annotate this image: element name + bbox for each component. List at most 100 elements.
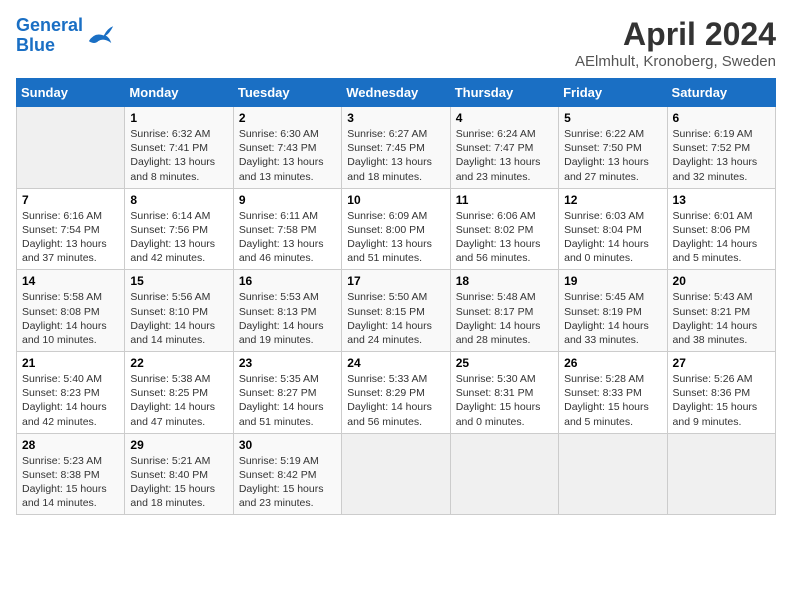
calendar-cell: 30Sunrise: 5:19 AMSunset: 8:42 PMDayligh…: [233, 433, 341, 515]
day-info: Sunrise: 5:48 AMSunset: 8:17 PMDaylight:…: [456, 290, 553, 347]
calendar-week-row: 28 Sunrise: 5:23 AMSunset: 8:38 PMDayligh…: [17, 433, 776, 515]
day-number: 22: [130, 356, 227, 370]
day-number: 1: [130, 111, 227, 125]
calendar-cell: 27 Sunrise: 5:26 AMSunset: 8:36 PMDayligh…: [667, 352, 775, 434]
day-info: Sunrise: 5:28 AMSunset: 8:33 PMDaylight:…: [564, 372, 661, 429]
day-number: 24: [347, 356, 444, 370]
calendar-cell: 21 Sunrise: 5:40 AMSunset: 8:23 PMDayligh…: [17, 352, 125, 434]
logo-text: General Blue: [16, 16, 83, 56]
day-info: Sunrise: 5:56 AMSunset: 8:10 PMDaylight:…: [130, 290, 227, 347]
calendar-title: April 2024: [575, 16, 776, 53]
day-info: Sunrise: 5:35 AMSunset: 8:27 PMDaylight:…: [239, 372, 336, 429]
day-info: Sunrise: 5:26 AMSunset: 8:36 PMDaylight:…: [673, 372, 770, 429]
day-info: Sunrise: 5:45 AMSunset: 8:19 PMDaylight:…: [564, 290, 661, 347]
day-info: Sunrise: 5:23 AMSunset: 8:38 PMDaylight:…: [22, 454, 119, 511]
day-info: Sunrise: 5:38 AMSunset: 8:25 PMDaylight:…: [130, 372, 227, 429]
day-info: Sunrise: 6:16 AMSunset: 7:54 PMDaylight:…: [22, 209, 119, 266]
calendar-cell: 9 Sunrise: 6:11 AMSunset: 7:58 PMDaylight…: [233, 188, 341, 270]
day-number: 7: [22, 193, 119, 207]
calendar-subtitle: AElmhult, Kronoberg, Sweden: [575, 53, 776, 70]
day-info: Sunrise: 5:40 AMSunset: 8:23 PMDaylight:…: [22, 372, 119, 429]
calendar-cell: 2 Sunrise: 6:30 AMSunset: 7:43 PMDaylight…: [233, 107, 341, 189]
calendar-header: SundayMondayTuesdayWednesdayThursdayFrid…: [17, 79, 776, 107]
weekday-header-monday: Monday: [125, 79, 233, 107]
day-number: 16: [239, 274, 336, 288]
calendar-week-row: 14 Sunrise: 5:58 AMSunset: 8:08 PMDayligh…: [17, 270, 776, 352]
day-number: 12: [564, 193, 661, 207]
day-info: Sunrise: 6:11 AMSunset: 7:58 PMDaylight:…: [239, 209, 336, 266]
day-number: 17: [347, 274, 444, 288]
day-number: 20: [673, 274, 770, 288]
day-number: 30: [239, 438, 336, 452]
day-number: 21: [22, 356, 119, 370]
day-number: 8: [130, 193, 227, 207]
day-number: 29: [130, 438, 227, 452]
day-info: Sunrise: 5:58 AMSunset: 8:08 PMDaylight:…: [22, 290, 119, 347]
day-info: Sunrise: 6:19 AMSunset: 7:52 PMDaylight:…: [673, 127, 770, 184]
calendar-cell: 29Sunrise: 5:21 AMSunset: 8:40 PMDayligh…: [125, 433, 233, 515]
logo-line1: General: [16, 15, 83, 35]
calendar-cell: 18Sunrise: 5:48 AMSunset: 8:17 PMDayligh…: [450, 270, 558, 352]
calendar-cell: [559, 433, 667, 515]
calendar-cell: 25Sunrise: 5:30 AMSunset: 8:31 PMDayligh…: [450, 352, 558, 434]
calendar-week-row: 21 Sunrise: 5:40 AMSunset: 8:23 PMDayligh…: [17, 352, 776, 434]
calendar-cell: 28 Sunrise: 5:23 AMSunset: 8:38 PMDayligh…: [17, 433, 125, 515]
calendar-body: 1 Sunrise: 6:32 AMSunset: 7:41 PMDaylight…: [17, 107, 776, 515]
calendar-cell: 24 Sunrise: 5:33 AMSunset: 8:29 PMDayligh…: [342, 352, 450, 434]
day-info: Sunrise: 5:50 AMSunset: 8:15 PMDaylight:…: [347, 290, 444, 347]
day-info: Sunrise: 5:33 AMSunset: 8:29 PMDaylight:…: [347, 372, 444, 429]
day-info: Sunrise: 6:03 AMSunset: 8:04 PMDaylight:…: [564, 209, 661, 266]
weekday-header-thursday: Thursday: [450, 79, 558, 107]
day-number: 14: [22, 274, 119, 288]
day-number: 23: [239, 356, 336, 370]
day-number: 15: [130, 274, 227, 288]
calendar-table: SundayMondayTuesdayWednesdayThursdayFrid…: [16, 78, 776, 515]
calendar-cell: [450, 433, 558, 515]
day-info: Sunrise: 6:32 AMSunset: 7:41 PMDaylight:…: [130, 127, 227, 184]
logo: General Blue: [16, 16, 115, 56]
day-info: Sunrise: 6:24 AMSunset: 7:47 PMDaylight:…: [456, 127, 553, 184]
calendar-cell: [342, 433, 450, 515]
day-number: 4: [456, 111, 553, 125]
day-number: 19: [564, 274, 661, 288]
logo-line2: Blue: [16, 35, 55, 55]
weekday-header-saturday: Saturday: [667, 79, 775, 107]
day-number: 13: [673, 193, 770, 207]
calendar-cell: 19 Sunrise: 5:45 AMSunset: 8:19 PMDayligh…: [559, 270, 667, 352]
day-info: Sunrise: 5:43 AMSunset: 8:21 PMDaylight:…: [673, 290, 770, 347]
calendar-cell: [17, 107, 125, 189]
day-number: 10: [347, 193, 444, 207]
day-number: 28: [22, 438, 119, 452]
calendar-cell: [667, 433, 775, 515]
day-number: 2: [239, 111, 336, 125]
day-info: Sunrise: 6:30 AMSunset: 7:43 PMDaylight:…: [239, 127, 336, 184]
weekday-header-tuesday: Tuesday: [233, 79, 341, 107]
day-number: 5: [564, 111, 661, 125]
weekday-header-wednesday: Wednesday: [342, 79, 450, 107]
calendar-cell: 11 Sunrise: 6:06 AMSunset: 8:02 PMDayligh…: [450, 188, 558, 270]
calendar-cell: 8 Sunrise: 6:14 AMSunset: 7:56 PMDaylight…: [125, 188, 233, 270]
logo-bird-icon: [87, 24, 115, 48]
calendar-cell: 26Sunrise: 5:28 AMSunset: 8:33 PMDayligh…: [559, 352, 667, 434]
day-info: Sunrise: 6:06 AMSunset: 8:02 PMDaylight:…: [456, 209, 553, 266]
calendar-week-row: 7 Sunrise: 6:16 AMSunset: 7:54 PMDaylight…: [17, 188, 776, 270]
weekday-row: SundayMondayTuesdayWednesdayThursdayFrid…: [17, 79, 776, 107]
day-number: 11: [456, 193, 553, 207]
day-number: 27: [673, 356, 770, 370]
day-info: Sunrise: 6:01 AMSunset: 8:06 PMDaylight:…: [673, 209, 770, 266]
calendar-cell: 17 Sunrise: 5:50 AMSunset: 8:15 PMDayligh…: [342, 270, 450, 352]
day-number: 9: [239, 193, 336, 207]
page-header: General Blue April 2024 AElmhult, Kronob…: [16, 16, 776, 70]
calendar-cell: 1 Sunrise: 6:32 AMSunset: 7:41 PMDaylight…: [125, 107, 233, 189]
day-number: 6: [673, 111, 770, 125]
weekday-header-sunday: Sunday: [17, 79, 125, 107]
calendar-cell: 7 Sunrise: 6:16 AMSunset: 7:54 PMDaylight…: [17, 188, 125, 270]
calendar-cell: 13 Sunrise: 6:01 AMSunset: 8:06 PMDayligh…: [667, 188, 775, 270]
day-info: Sunrise: 6:22 AMSunset: 7:50 PMDaylight:…: [564, 127, 661, 184]
calendar-cell: 6 Sunrise: 6:19 AMSunset: 7:52 PMDaylight…: [667, 107, 775, 189]
day-info: Sunrise: 5:30 AMSunset: 8:31 PMDaylight:…: [456, 372, 553, 429]
calendar-cell: 12 Sunrise: 6:03 AMSunset: 8:04 PMDayligh…: [559, 188, 667, 270]
day-info: Sunrise: 5:53 AMSunset: 8:13 PMDaylight:…: [239, 290, 336, 347]
calendar-cell: 10Sunrise: 6:09 AMSunset: 8:00 PMDayligh…: [342, 188, 450, 270]
day-info: Sunrise: 6:14 AMSunset: 7:56 PMDaylight:…: [130, 209, 227, 266]
